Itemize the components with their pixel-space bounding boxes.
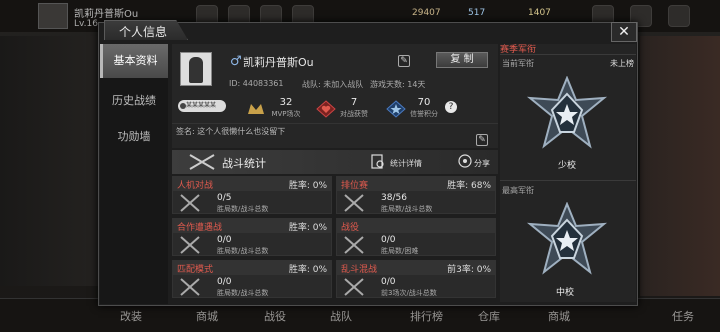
credit-label: 信誉积分	[410, 110, 438, 118]
edit-name-icon[interactable]: ✎	[398, 55, 410, 67]
current-rank-name: 少校	[558, 161, 577, 171]
likes-count: 7	[350, 97, 358, 108]
rank-insignia-icon	[526, 76, 608, 149]
panel-title: 个人信息	[119, 25, 168, 39]
signature-row: 签名: 这个人很懒什么也没留下	[172, 123, 498, 145]
bottom-item-shop[interactable]: 商城	[196, 308, 218, 324]
tag-dot	[180, 103, 186, 109]
mode-record: 0/0	[217, 277, 232, 287]
crossed-guns-icon	[180, 278, 200, 296]
mode-name: 人机对战	[177, 181, 214, 191]
bottom-item-tasks[interactable]: 任务	[672, 308, 694, 324]
person-silhouette	[189, 57, 203, 83]
mode-card[interactable]: 战役 0/0 胜局数/困难	[336, 218, 496, 256]
highest-rank-name: 中校	[556, 288, 575, 298]
top-player-name: 凯莉丹普斯Ou	[74, 9, 139, 20]
mode-record: 38/56	[381, 193, 407, 203]
help-icon[interactable]: ?	[445, 101, 457, 113]
mode-card[interactable]: 排位赛 胜率: 68% 38/56 胜局数/战斗总数	[336, 176, 496, 214]
nav-history[interactable]: 历史战绩	[100, 84, 168, 118]
left-side-menu	[0, 36, 100, 286]
divider	[500, 54, 636, 55]
likes-label: 对战获赞	[340, 110, 368, 118]
profile-name: 凯莉丹普斯Ou	[243, 56, 314, 69]
current-rank-status: 未上榜	[610, 59, 634, 68]
mode-name: 乱斗混战	[341, 265, 378, 275]
current-rank-label: 当前军衔	[502, 59, 534, 68]
crossed-guns-icon	[344, 236, 364, 254]
mode-name: 排位赛	[341, 181, 369, 191]
mode-win-rate: 胜率: 0%	[288, 223, 327, 233]
share-link[interactable]: 分享	[474, 158, 490, 169]
mode-record: 0/5	[217, 193, 232, 203]
top-player-level: Lv.16	[74, 19, 98, 29]
profile-photo[interactable]	[180, 52, 212, 86]
mode-card[interactable]: 乱斗混战 前3率: 0% 0/0 前3场次/战斗总数	[336, 260, 496, 298]
mode-record: 0/0	[381, 235, 396, 245]
badge-value: 1407	[528, 8, 551, 18]
mode-name: 合作遭遇战	[177, 223, 223, 233]
bottom-item-mod[interactable]: 改装	[120, 308, 142, 324]
stats-detail-icon[interactable]	[370, 154, 386, 170]
gems-value: 517	[468, 8, 486, 18]
credit-count: 70	[417, 97, 431, 108]
edit-signature-icon[interactable]: ✎	[476, 134, 488, 146]
fullscreen-icon[interactable]	[668, 5, 690, 27]
highest-rank-label: 最高军衔	[502, 186, 534, 195]
mode-record: 0/0	[217, 235, 232, 245]
days-played: 游戏天数: 14天	[370, 80, 426, 89]
mode-card[interactable]: 匹配模式 胜率: 0% 0/0 胜局数/战斗总数	[172, 260, 332, 298]
mode-name: 战役	[341, 223, 360, 233]
crossed-guns-icon	[344, 194, 364, 212]
mvp-count: 32	[279, 97, 293, 108]
friend-tag-label: 某某某某某	[186, 102, 217, 109]
mode-card[interactable]: 合作遭遇战 胜率: 0% 0/0 胜局数/战斗总数	[172, 218, 332, 256]
copy-button[interactable]: 复 制	[436, 52, 488, 68]
mvp-label: MVP场次	[271, 110, 301, 118]
crossed-guns-icon	[180, 194, 200, 212]
combat-stats-header: 战斗统计 统计详情 分享	[172, 150, 498, 174]
bottom-item-mall[interactable]: 商城	[548, 308, 570, 324]
right-side-menu	[640, 36, 720, 296]
mode-record-label: 胜局数/困难	[381, 247, 419, 255]
team-status: 战队: 未加入战队	[302, 80, 364, 89]
bottom-item-leaderboard[interactable]: 排行榜	[410, 308, 443, 324]
combat-stats-title: 战斗统计	[222, 157, 266, 170]
bottom-item-warehouse[interactable]: 仓库	[478, 308, 500, 324]
mode-win-rate: 胜率: 0%	[288, 265, 327, 275]
close-button[interactable]: ✕	[611, 22, 637, 42]
crossed-guns-icon	[189, 154, 215, 170]
mode-record-label: 胜局数/战斗总数	[217, 247, 269, 255]
mode-win-rate: 胜率: 68%	[447, 181, 491, 191]
gender-icon: ♂	[230, 54, 242, 69]
side-nav: 基本资料 历史战绩 功勋墙	[100, 44, 168, 304]
mode-card[interactable]: 人机对战 胜率: 0% 0/5 胜局数/战斗总数	[172, 176, 332, 214]
stats-detail-link[interactable]: 统计详情	[390, 158, 422, 169]
mode-win-rate: 前3率: 0%	[447, 265, 491, 275]
mode-record-label: 胜局数/战斗总数	[217, 289, 269, 297]
friend-tag[interactable]: 某某某某某	[178, 100, 226, 112]
bottom-item-campaign[interactable]: 战役	[264, 308, 286, 324]
player-avatar[interactable]	[38, 3, 68, 29]
mode-name: 匹配模式	[177, 265, 214, 275]
mode-record-label: 胜局数/战斗总数	[381, 205, 433, 213]
nav-merit-wall[interactable]: 功勋墙	[100, 120, 168, 154]
nav-basic-info[interactable]: 基本资料	[100, 44, 168, 78]
mode-record-label: 前3场次/战斗总数	[381, 289, 437, 297]
crossed-guns-icon	[180, 236, 200, 254]
mode-card-header	[337, 219, 495, 233]
player-id: ID: 44083361	[229, 79, 284, 88]
mode-win-rate: 胜率: 0%	[288, 181, 327, 191]
mode-record-label: 胜局数/战斗总数	[217, 205, 269, 213]
rank-insignia-icon	[526, 202, 608, 275]
coins-value: 29407	[412, 8, 441, 18]
mode-record: 0/0	[381, 277, 396, 287]
panel-title-tab: 个人信息	[104, 20, 188, 40]
signature-text: 签名: 这个人很懒什么也没留下	[176, 127, 286, 136]
crossed-guns-icon	[344, 278, 364, 296]
bottom-item-team[interactable]: 战队	[330, 308, 352, 324]
share-icon[interactable]	[457, 153, 473, 169]
divider	[500, 180, 636, 181]
